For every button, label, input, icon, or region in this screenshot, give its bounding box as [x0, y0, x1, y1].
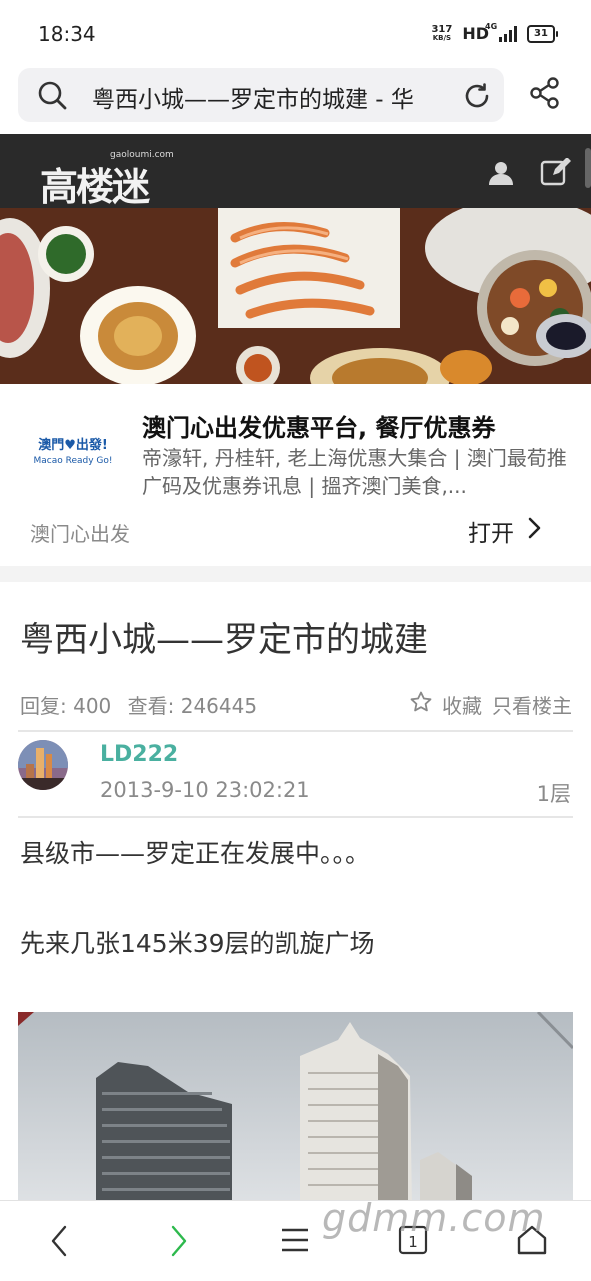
search-icon: [38, 81, 68, 115]
section-divider: [0, 566, 591, 582]
status-bar: 18:34 317 KB/S HD 4G 31: [0, 0, 591, 68]
ad-title[interactable]: 澳门心出发优惠平台, 餐厅优惠券: [142, 408, 572, 443]
chevron-right-icon: [528, 517, 542, 545]
status-time: 18:34: [38, 22, 96, 46]
browser-toolbar: 粤西小城——罗定市的城建 - 华: [0, 64, 591, 130]
ad-description: 帝濠轩, 丹桂轩, 老上海优惠大集合 | 澳门最荀推广码及优惠券讯息 | 搵齐澳…: [142, 446, 567, 498]
ad-brand-logo: 澳門♥出發! Macao Ready Go!: [28, 420, 118, 490]
reply-count: 回复: 400: [20, 694, 112, 718]
user-icon[interactable]: [488, 160, 514, 190]
network-type: 4G: [485, 21, 498, 31]
share-icon[interactable]: [528, 76, 562, 114]
watermark: gdmm.com: [322, 1196, 546, 1240]
post-meta: 回复: 400 查看: 246445 收藏 只看楼主: [20, 690, 572, 719]
page-title-url[interactable]: 粤西小城——罗定市的城建 - 华: [92, 80, 452, 114]
ad-open-button[interactable]: 打开: [468, 514, 542, 548]
avatar[interactable]: [18, 740, 68, 790]
ad-brand-name: 澳门心出发: [30, 522, 130, 546]
status-indicators: 317 KB/S HD 4G 31: [431, 22, 558, 43]
address-bar[interactable]: 粤西小城——罗定市的城建 - 华: [18, 68, 504, 122]
site-header: gaoloumi.com 高楼迷: [0, 134, 591, 209]
signal-icon: 4G: [485, 22, 517, 42]
battery-icon: 31: [527, 24, 558, 43]
view-count: 查看: 246445: [127, 694, 258, 718]
post-photo[interactable]: [18, 1012, 573, 1208]
network-speed-unit: KB/S: [432, 33, 452, 42]
favorite-button[interactable]: 收藏: [442, 690, 482, 719]
author-name[interactable]: LD222: [100, 742, 178, 767]
ad-card[interactable]: 澳門♥出發! Macao Ready Go! 澳门心出发优惠平台, 餐厅优惠券 …: [0, 384, 591, 566]
ad-logo-subtext: Macao Ready Go!: [33, 456, 113, 466]
post-paragraph: 先来几张145米39层的凯旋广场: [20, 929, 375, 958]
scrollbar[interactable]: [585, 148, 591, 188]
ad-logo-text: 澳門♥出發!: [38, 438, 108, 453]
network-speed-value: 317: [431, 23, 453, 35]
network-speed: 317 KB/S: [431, 23, 453, 43]
floor-number: 1层: [536, 782, 571, 806]
post-title: 粤西小城——罗定市的城建: [20, 620, 428, 660]
post-paragraph: 县级市——罗定正在发展中。。。: [20, 839, 371, 868]
post-time: 2013-9-10 23:02:21: [100, 778, 310, 802]
ad-banner-image[interactable]: [0, 208, 591, 384]
star-icon[interactable]: [410, 691, 432, 718]
forward-icon[interactable]: [168, 1223, 188, 1263]
menu-icon[interactable]: [280, 1225, 310, 1259]
site-logo-text: 高楼迷: [40, 165, 150, 209]
ad-open-label: 打开: [468, 521, 514, 547]
only-author-button[interactable]: 只看楼主: [492, 690, 572, 719]
back-icon[interactable]: [50, 1223, 70, 1263]
divider: [18, 730, 573, 732]
edit-icon[interactable]: [540, 157, 572, 190]
reload-icon[interactable]: [462, 81, 492, 115]
divider: [18, 816, 573, 818]
